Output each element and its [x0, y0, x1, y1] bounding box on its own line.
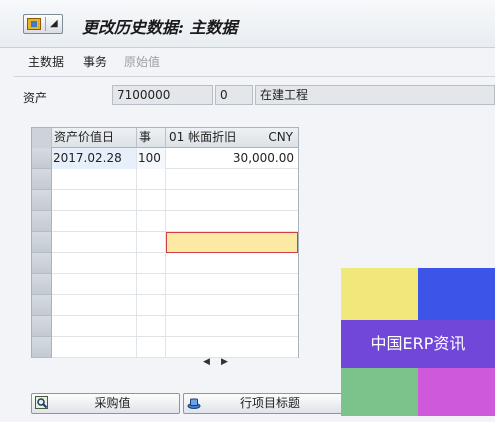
table-row	[32, 211, 298, 232]
book-depreciation-cell[interactable]	[166, 316, 298, 337]
title-bar: ◢ 更改历史数据: 主数据	[0, 0, 495, 48]
column-header-book-depreciation-label: 01 帐面折旧	[169, 130, 237, 144]
book-depreciation-cell[interactable]	[166, 337, 298, 358]
asset-description-field: 在建工程	[255, 85, 495, 105]
table-header: 资产价值日 事 01 帐面折旧 CNY	[32, 128, 298, 148]
table-row	[32, 232, 298, 253]
transaction-type-cell[interactable]	[137, 232, 166, 253]
book-depreciation-cell[interactable]	[166, 274, 298, 295]
book-depreciation-cell-focused[interactable]	[166, 232, 298, 253]
system-menu-separator	[45, 17, 46, 31]
value-date-cell[interactable]	[52, 211, 137, 232]
table-row	[32, 169, 298, 190]
row-selector[interactable]	[32, 253, 52, 274]
value-date-cell[interactable]	[52, 337, 137, 358]
transaction-type-cell[interactable]	[137, 274, 166, 295]
value-date-cell[interactable]	[52, 253, 137, 274]
table-row: 2017.02.28 100 30,000.00	[32, 148, 298, 169]
sub-number-field: 0	[215, 85, 253, 105]
horizontal-scrollbar[interactable]: ◀ ▶	[166, 357, 298, 371]
table-body: 2017.02.28 100 30,000.00	[32, 148, 298, 358]
table-row	[32, 190, 298, 211]
value-date-cell[interactable]	[52, 295, 137, 316]
transaction-type-cell[interactable]	[137, 211, 166, 232]
column-header-currency: CNY	[268, 130, 293, 144]
purchase-value-button[interactable]: 采购值	[31, 393, 180, 414]
column-header-transaction[interactable]: 事	[137, 128, 166, 148]
value-date-cell[interactable]	[52, 169, 137, 190]
book-depreciation-cell[interactable]	[166, 295, 298, 316]
value-date-cell[interactable]: 2017.02.28	[52, 148, 137, 169]
row-selector[interactable]	[32, 211, 52, 232]
row-selector[interactable]	[32, 295, 52, 316]
table-row	[32, 295, 298, 316]
row-selector[interactable]	[32, 274, 52, 295]
value-date-cell[interactable]	[52, 274, 137, 295]
book-depreciation-cell[interactable]	[166, 190, 298, 211]
row-selector[interactable]	[32, 169, 52, 190]
magnifier-icon	[35, 396, 48, 409]
menu-item-master-data[interactable]: 主数据	[28, 53, 64, 70]
value-date-cell[interactable]	[52, 232, 137, 253]
watermark-block-blue	[418, 268, 495, 320]
line-item-header-button[interactable]: 行项目标题	[183, 393, 343, 414]
scroll-right-icon[interactable]: ▶	[221, 357, 228, 367]
transaction-type-cell[interactable]	[137, 295, 166, 316]
watermark-block-green	[341, 368, 418, 416]
watermark-logo: 中国ERP资讯	[341, 268, 495, 416]
dropdown-arrow-icon: ◢	[50, 18, 58, 29]
column-header-value-date[interactable]: 资产价值日	[52, 128, 137, 148]
menu-item-original-value: 原始值	[124, 55, 161, 69]
value-date-cell[interactable]	[52, 316, 137, 337]
table-row	[32, 316, 298, 337]
book-depreciation-cell[interactable]	[166, 253, 298, 274]
menu-divider	[14, 76, 495, 77]
column-header-book-depreciation[interactable]: 01 帐面折旧 CNY	[166, 128, 298, 148]
scroll-left-icon[interactable]: ◀	[203, 357, 210, 367]
transaction-type-cell[interactable]	[137, 337, 166, 358]
table-row	[32, 253, 298, 274]
watermark-block-yellow	[341, 268, 418, 320]
table-row	[32, 337, 298, 358]
row-selector[interactable]	[32, 232, 52, 253]
menu-bar: 主数据 事务 原始值	[0, 48, 495, 72]
row-selector[interactable]	[32, 316, 52, 337]
watermark-block-magenta	[418, 368, 495, 416]
asset-label: 资产	[23, 91, 48, 105]
watermark-text: 中国ERP资讯	[341, 320, 495, 368]
system-menu-icon	[27, 18, 41, 30]
book-depreciation-cell[interactable]	[166, 169, 298, 190]
window-title: 更改历史数据: 主数据	[82, 18, 238, 37]
line-item-header-label: 行项目标题	[239, 396, 300, 410]
row-selector[interactable]	[32, 190, 52, 211]
transaction-type-cell[interactable]	[137, 190, 166, 211]
book-depreciation-cell[interactable]: 30,000.00	[166, 148, 298, 169]
transaction-type-cell[interactable]	[137, 169, 166, 190]
transaction-type-cell[interactable]	[137, 316, 166, 337]
value-date-cell[interactable]	[52, 190, 137, 211]
hat-icon	[187, 398, 201, 409]
menu-item-transactions[interactable]: 事务	[83, 53, 107, 70]
table-row	[32, 274, 298, 295]
select-all-corner[interactable]	[32, 128, 52, 148]
transaction-type-cell[interactable]	[137, 253, 166, 274]
purchase-value-label: 采购值	[94, 396, 131, 410]
transaction-type-cell[interactable]: 100	[137, 148, 166, 169]
system-menu-button[interactable]: ◢	[23, 14, 63, 34]
row-selector[interactable]	[32, 148, 52, 169]
history-table: 资产价值日 事 01 帐面折旧 CNY 2017.02.28 100 30,00…	[31, 127, 299, 367]
asset-number-field: 7100000	[112, 85, 213, 105]
book-depreciation-cell[interactable]	[166, 211, 298, 232]
row-selector[interactable]	[32, 337, 52, 358]
